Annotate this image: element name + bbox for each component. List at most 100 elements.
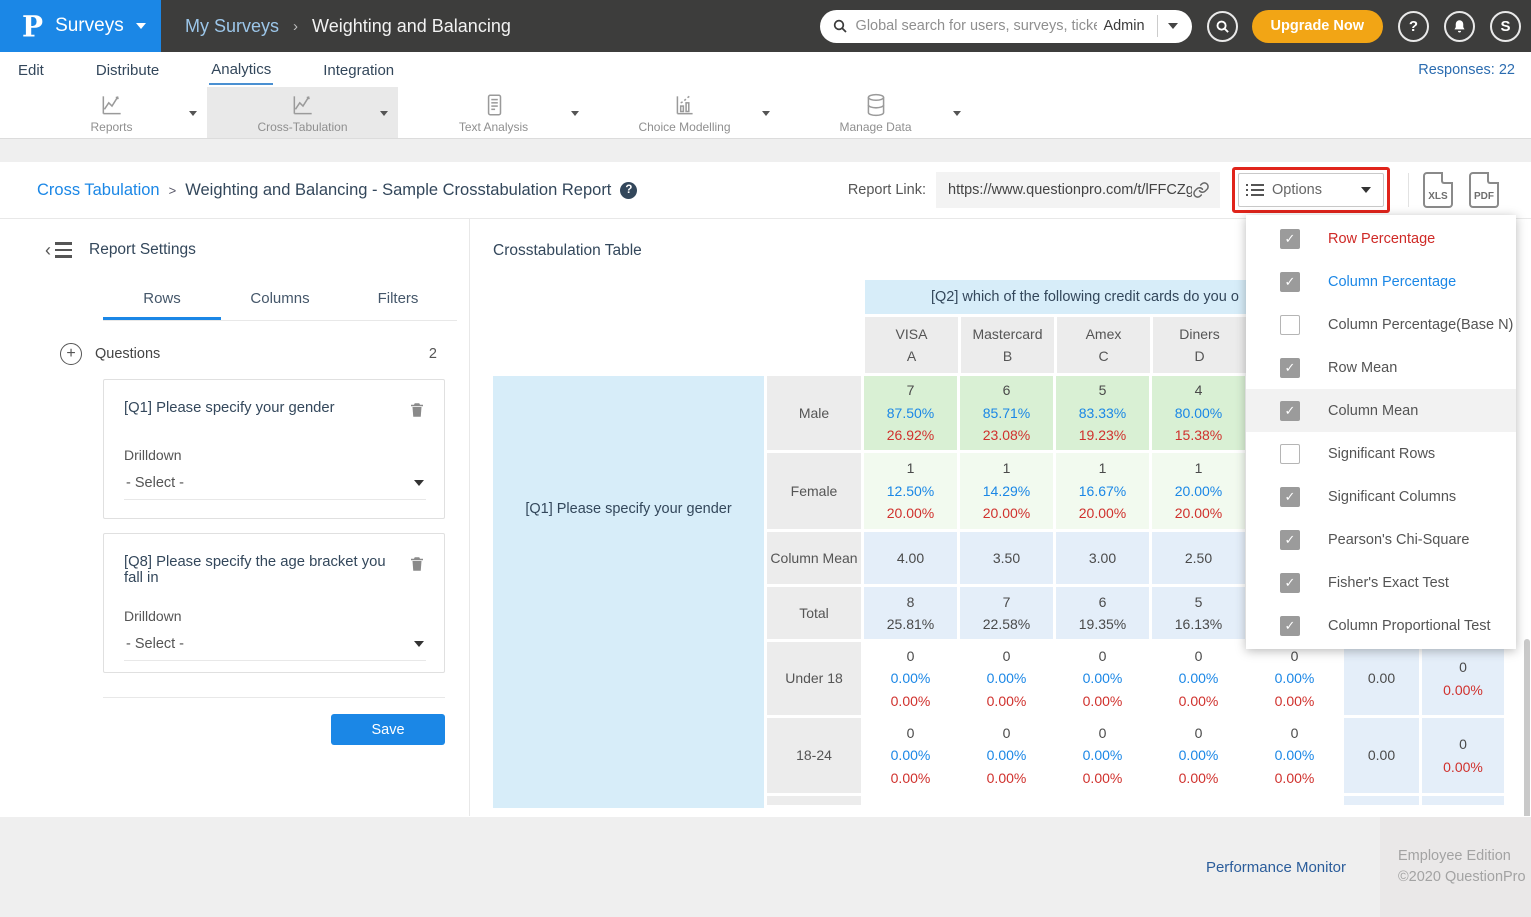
- data-cell: 825.81%: [864, 587, 957, 639]
- trash-icon[interactable]: [408, 554, 426, 579]
- export-pdf-button[interactable]: PDF: [1469, 172, 1499, 208]
- checked-checkbox-icon[interactable]: ✓: [1280, 530, 1300, 550]
- data-cell: [960, 796, 1053, 805]
- drilldown-select[interactable]: - Select -: [124, 624, 426, 661]
- data-cell: 00.00%0.00%: [864, 642, 957, 715]
- nav-tab-analytics[interactable]: Analytics: [209, 54, 273, 85]
- question-card-header: [Q8] Please specify the age bracket you …: [124, 554, 426, 586]
- tab-filters[interactable]: Filters: [339, 281, 457, 320]
- search-scope-dropdown[interactable]: [1158, 10, 1188, 43]
- option-item-column-percentage-base-n[interactable]: Column Percentage(Base N): [1246, 303, 1516, 346]
- tab-columns[interactable]: Columns: [221, 281, 339, 320]
- toolbar-text-analysis[interactable]: Text Analysis: [398, 87, 589, 138]
- cell-count: 5: [1099, 379, 1107, 401]
- option-item-pearson-s-chi-square[interactable]: ✓Pearson's Chi-Square: [1246, 518, 1516, 561]
- checked-checkbox-icon[interactable]: ✓: [1280, 487, 1300, 507]
- vertical-scrollbar[interactable]: [1524, 639, 1530, 816]
- link-icon[interactable]: [1192, 181, 1210, 199]
- table-row: 18-2400.00%0.00%00.00%0.00%00.00%0.00%00…: [767, 718, 1507, 793]
- nav-tab-distribute[interactable]: Distribute: [94, 55, 161, 84]
- breadcrumb-my-surveys[interactable]: My Surveys: [185, 16, 279, 37]
- cross-tabulation-link[interactable]: Cross Tabulation: [37, 181, 160, 200]
- add-question-button[interactable]: +: [60, 343, 82, 365]
- upgrade-now-button[interactable]: Upgrade Now: [1252, 10, 1383, 43]
- chevron-down-icon[interactable]: [380, 111, 388, 116]
- toolbar-reports[interactable]: Reports: [16, 87, 207, 138]
- chevron-down-icon[interactable]: [571, 111, 579, 116]
- unchecked-checkbox-icon[interactable]: [1280, 315, 1300, 335]
- cell-row-percent: 14.29%: [983, 480, 1030, 502]
- drilldown-select[interactable]: - Select -: [124, 463, 426, 500]
- checked-checkbox-icon[interactable]: ✓: [1280, 573, 1300, 593]
- checked-checkbox-icon[interactable]: ✓: [1280, 229, 1300, 249]
- chevron-down-icon[interactable]: [189, 111, 197, 116]
- nav-tab-integration[interactable]: Integration: [321, 55, 396, 84]
- cell-row-percent: 0.00%: [987, 667, 1027, 689]
- tab-rows[interactable]: Rows: [103, 281, 221, 320]
- option-item-column-proportional-test[interactable]: ✓Column Proportional Test: [1246, 604, 1516, 647]
- account-avatar[interactable]: S: [1490, 11, 1521, 42]
- option-item-column-mean[interactable]: ✓Column Mean: [1246, 389, 1516, 432]
- report-url-value[interactable]: https://www.questionpro.com/t/lFFCZg: [948, 182, 1192, 198]
- checked-checkbox-icon[interactable]: ✓: [1280, 616, 1300, 636]
- report-actions: Report Link: https://www.questionpro.com…: [848, 167, 1515, 213]
- performance-monitor-link[interactable]: Performance Monitor: [1206, 859, 1346, 876]
- option-item-row-percentage[interactable]: ✓Row Percentage: [1246, 217, 1516, 260]
- chevron-down-icon[interactable]: [953, 111, 961, 116]
- nav-tab-edit[interactable]: Edit: [16, 55, 46, 84]
- cell-count: 0: [1099, 645, 1107, 667]
- data-cell: 00.00%0.00%: [1152, 718, 1245, 793]
- checked-checkbox-icon[interactable]: ✓: [1280, 401, 1300, 421]
- data-cell: 4.00: [864, 532, 957, 584]
- product-switcher[interactable]: P Surveys: [0, 0, 161, 52]
- row-question-header: [493, 642, 764, 808]
- report-settings-title: Report Settings: [89, 241, 196, 259]
- data-cell: 516.13%: [1152, 587, 1245, 639]
- breadcrumb: My Surveys › Weighting and Balancing: [185, 16, 511, 37]
- cell-row-percent: 12.50%: [887, 480, 934, 502]
- data-cell: 722.58%: [960, 587, 1053, 639]
- cell-count: 0: [1003, 722, 1011, 744]
- chevron-down-icon[interactable]: [762, 111, 770, 116]
- questions-header: + Questions 2: [60, 343, 457, 365]
- row-total-cell: 00.00%: [1422, 642, 1504, 715]
- checked-checkbox-icon[interactable]: ✓: [1280, 358, 1300, 378]
- option-item-label: Column Percentage(Base N): [1328, 317, 1513, 333]
- collapse-panel-button[interactable]: ‹: [45, 241, 72, 259]
- report-link-field[interactable]: https://www.questionpro.com/t/lFFCZg: [936, 172, 1220, 208]
- export-xls-button[interactable]: XLS: [1423, 172, 1453, 208]
- report-help-icon[interactable]: ?: [620, 182, 637, 199]
- search-submit-button[interactable]: [1207, 11, 1238, 42]
- text-doc-icon: [481, 92, 507, 119]
- notifications-button[interactable]: [1444, 11, 1475, 42]
- options-button[interactable]: Options: [1238, 173, 1384, 207]
- row-header: Column Mean: [767, 532, 861, 584]
- toolbar-label: Cross-Tabulation: [257, 120, 347, 134]
- option-item-significant-rows[interactable]: Significant Rows: [1246, 432, 1516, 475]
- trash-icon[interactable]: [408, 400, 426, 425]
- data-cell: 619.35%: [1056, 587, 1149, 639]
- option-item-column-percentage[interactable]: ✓Column Percentage: [1246, 260, 1516, 303]
- option-item-label: Significant Columns: [1328, 489, 1456, 505]
- cell-count: 0: [1099, 722, 1107, 744]
- toolbar-cross-tabulation[interactable]: Cross-Tabulation: [207, 87, 398, 138]
- toolbar-choice-modelling[interactable]: Choice Modelling: [589, 87, 780, 138]
- global-search-input[interactable]: [856, 18, 1098, 34]
- responses-count[interactable]: Responses: 22: [1418, 62, 1515, 78]
- cell-count: 7: [907, 379, 915, 401]
- toolbar-label: Reports: [90, 120, 132, 134]
- questions-label: Questions: [95, 346, 160, 362]
- option-item-label: Significant Rows: [1328, 446, 1435, 462]
- cell-column-percent: 20.00%: [1175, 502, 1222, 524]
- option-item-fisher-s-exact-test[interactable]: ✓Fisher's Exact Test: [1246, 561, 1516, 604]
- cell-column-percent: 0.00%: [1179, 690, 1219, 712]
- checked-checkbox-icon[interactable]: ✓: [1280, 272, 1300, 292]
- help-button[interactable]: ?: [1398, 11, 1429, 42]
- unchecked-checkbox-icon[interactable]: [1280, 444, 1300, 464]
- toolbar-manage-data[interactable]: Manage Data: [780, 87, 971, 138]
- cell-count: 16.13%: [1175, 613, 1222, 635]
- option-item-row-mean[interactable]: ✓Row Mean: [1246, 346, 1516, 389]
- option-item-significant-columns[interactable]: ✓ Significant Columns: [1246, 475, 1516, 518]
- save-button[interactable]: Save: [331, 714, 445, 745]
- chevron-down-icon: [414, 641, 424, 647]
